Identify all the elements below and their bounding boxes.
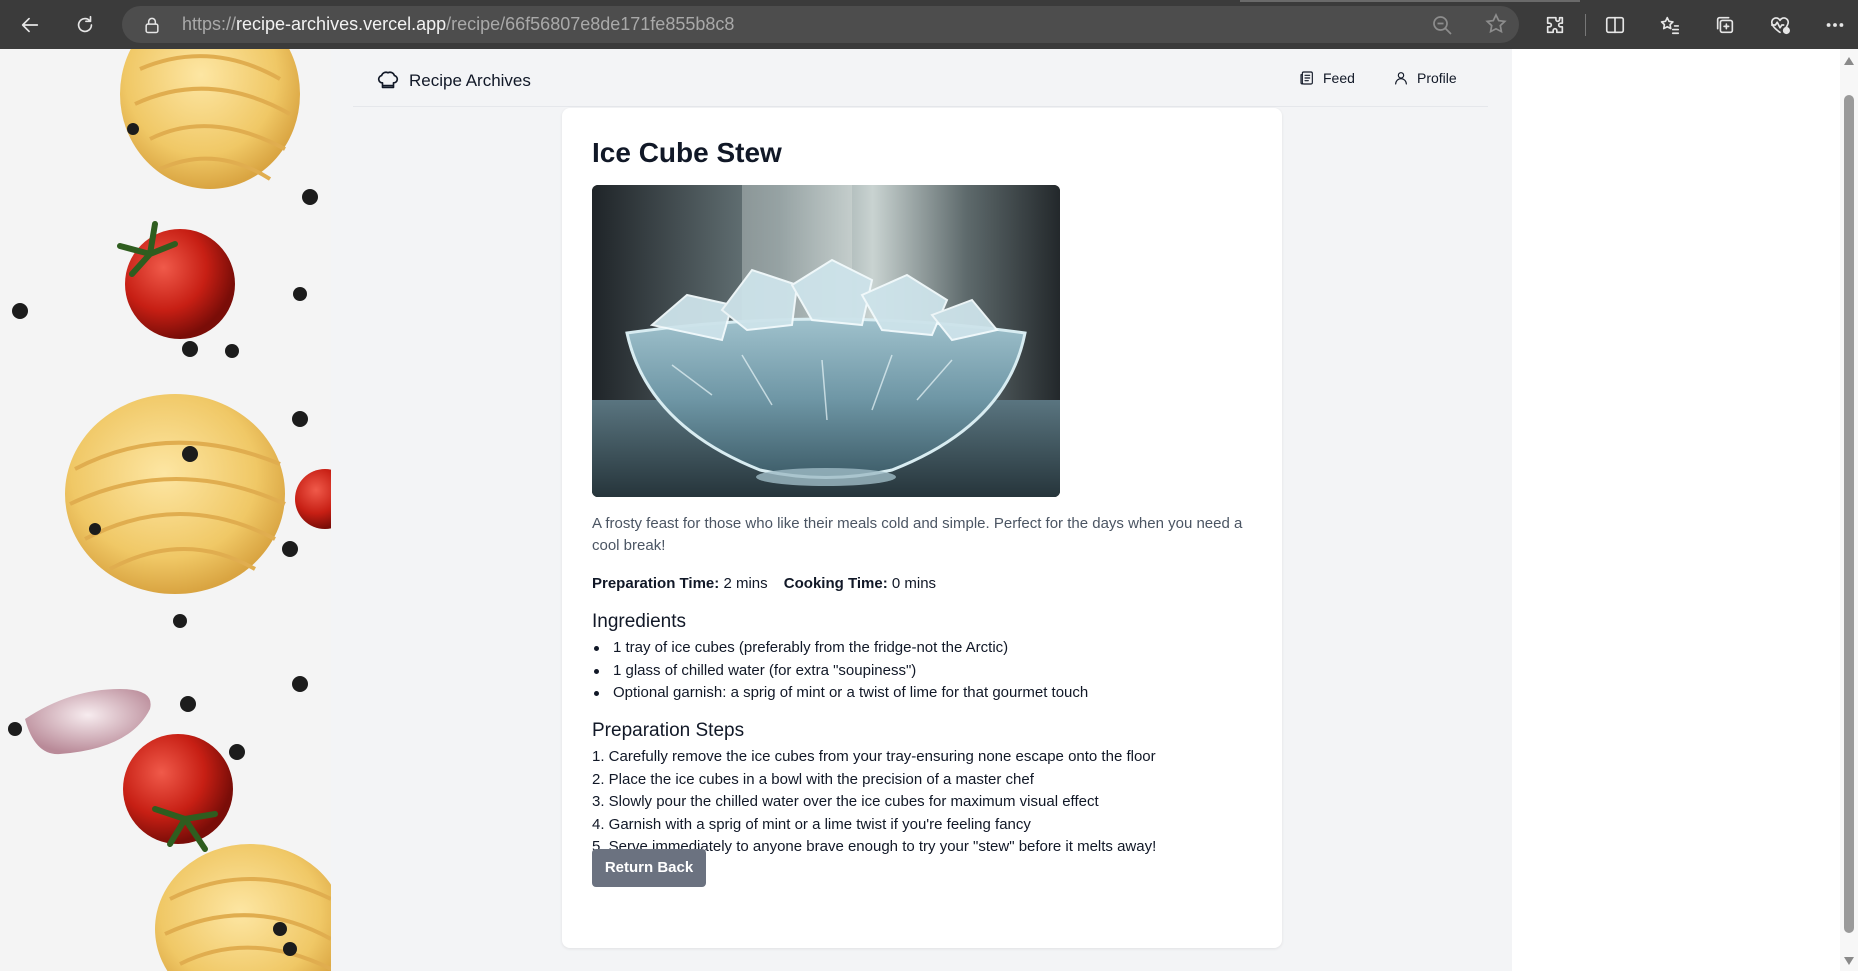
brand-link[interactable]: Recipe Archives [377,70,531,92]
more-dots-icon [1826,23,1844,27]
favorite-star-icon[interactable] [1484,12,1508,36]
split-screen-icon [1605,16,1625,34]
browser-essentials-button[interactable] [1763,8,1797,42]
recipe-times: Preparation Time: 2 mins Cooking Time: 0… [592,575,936,592]
chef-hat-icon [377,71,399,89]
tab-strip-accent [1240,0,1580,2]
page-scrollbar[interactable] [1840,49,1858,971]
ingredient-item: Optional garnish: a sprig of mint or a t… [592,682,1088,705]
url-host: recipe-archives.vercel.app [236,14,447,34]
extensions-button[interactable] [1538,8,1572,42]
more-menu-button[interactable] [1818,8,1852,42]
zoom-icon[interactable] [1430,13,1454,37]
url-scheme: https:// [182,14,237,34]
recipe-description: A frosty feast for those who like their … [592,515,1243,554]
refresh-icon [77,15,93,33]
back-arrow-icon [21,17,39,33]
heart-pulse-icon [1770,17,1790,35]
step-item: 2. Place the ice cubes in a bowl with th… [592,770,1034,788]
address-bar[interactable]: https://recipe-archives.vercel.app/recip… [122,6,1519,43]
favorites-button[interactable] [1653,8,1687,42]
food-background-image [0,49,331,971]
steps-list: 1. Carefully remove the ice cubes from y… [592,746,1156,859]
ingredients-list: 1 tray of ice cubes (preferably from the… [592,637,1088,705]
cook-time-label: Cooking Time: [783,575,888,592]
back-button[interactable] [13,8,47,42]
step-item: 1. Carefully remove the ice cubes from y… [592,748,1156,765]
url-path: /recipe/66f56807e8de171fe855b8c8 [446,14,735,34]
cook-time-value: 0 mins [891,575,937,592]
user-icon [1395,72,1407,85]
step-item: 3. Slowly pour the chilled water over th… [592,793,1099,810]
page-viewport: Recipe Archives Feed Profile Ice Cube St… [0,49,1858,971]
ingredient-item: 1 glass of chilled water (for extra "sou… [592,660,1088,683]
nav-link-profile[interactable]: Profile [1393,70,1457,86]
right-blank-panel [1512,49,1840,971]
browser-toolbar: https://recipe-archives.vercel.app/recip… [0,0,1858,49]
prep-time-label: Preparation Time: [592,575,720,592]
step-item: 4. Garnish with a sprig of mint or a lim… [592,815,1031,833]
brand-name: Recipe Archives [409,71,531,90]
scroll-down-arrow-icon[interactable] [1844,957,1854,965]
scroll-up-arrow-icon[interactable] [1844,57,1854,65]
recipe-image [592,185,1060,497]
collections-button[interactable] [1708,8,1742,42]
url-text[interactable]: https://recipe-archives.vercel.app/recip… [182,6,734,43]
pasta-tomato-illustration [8,49,331,971]
recipe-title: Ice Cube Stew [592,137,782,168]
split-screen-button[interactable] [1598,8,1632,42]
ingredient-item: 1 tray of ice cubes (preferably from the… [592,637,1088,660]
top-navbar: Recipe Archives Feed Profile [353,49,1488,107]
ingredients-heading: Ingredients [592,611,687,632]
steps-heading: Preparation Steps [592,720,745,741]
nav-link-feed-label: Feed [1323,70,1355,86]
return-back-button[interactable]: Return Back [592,849,706,887]
favorites-list-icon [1660,16,1680,35]
newspaper-icon [1300,71,1313,85]
nav-link-profile-label: Profile [1417,70,1457,86]
prep-time-value: 2 mins [723,575,768,592]
collections-icon [1716,16,1734,34]
lock-icon [142,15,162,35]
ice-bowl-illustration [592,185,1060,497]
puzzle-icon [1546,16,1564,34]
recipe-card: Ice Cube Stew A frosty feast for those w… [562,108,1282,948]
nav-link-feed[interactable]: Feed [1299,70,1355,86]
toolbar-separator [1585,14,1586,36]
scrollbar-thumb[interactable] [1844,95,1854,933]
refresh-button[interactable] [68,8,102,42]
